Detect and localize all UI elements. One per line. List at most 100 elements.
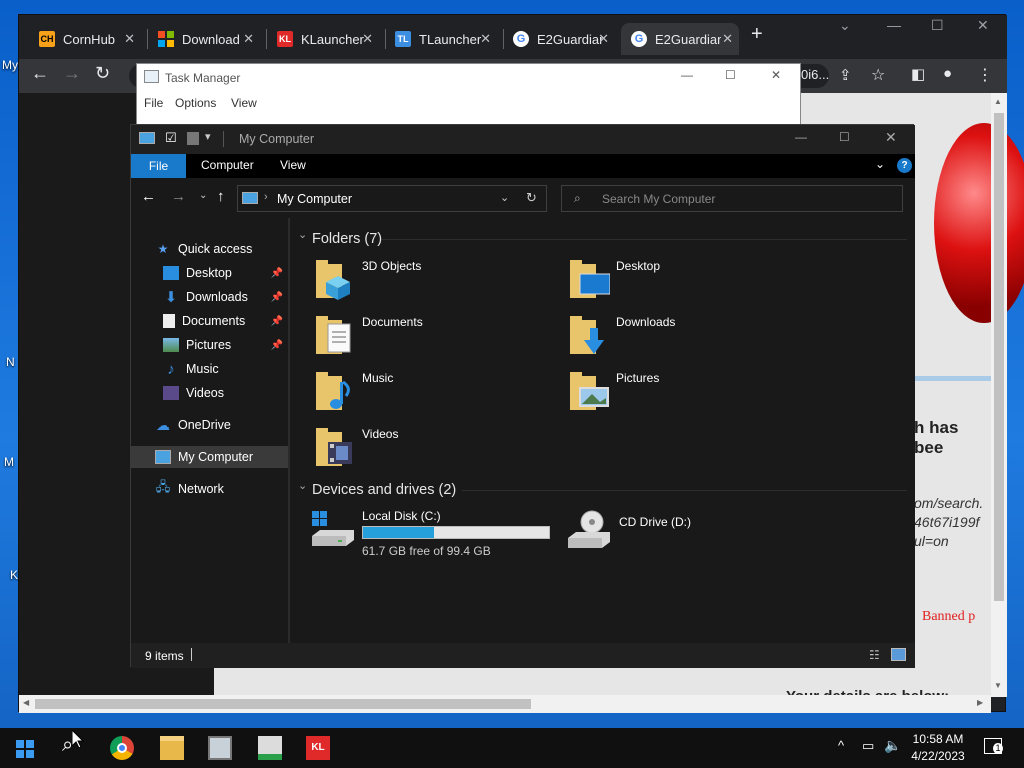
drive-d[interactable]: CD Drive (D:) — [566, 506, 806, 558]
ribbon-expand-icon[interactable]: ⌄ — [875, 157, 885, 171]
qat-dropdown-icon[interactable]: ▾ — [205, 130, 211, 143]
folder-desktop[interactable]: Desktop — [570, 256, 810, 302]
profile-icon[interactable]: ● — [943, 65, 952, 82]
desktop-icon-label[interactable]: N — [6, 355, 15, 369]
close-tab-icon[interactable]: ✕ — [362, 31, 373, 47]
tab-cornhub[interactable]: CH CornHub ✕ — [29, 23, 141, 55]
nav-desktop[interactable]: Desktop 📌 — [131, 262, 289, 284]
horizontal-scrollbar[interactable]: ◀ ▶ — [19, 695, 991, 713]
task-manager-icon[interactable] — [208, 736, 232, 760]
menu-view[interactable]: View — [231, 96, 257, 110]
share-icon[interactable]: ⇪ — [839, 66, 852, 84]
clock-time[interactable]: 10:58 AM — [908, 732, 968, 746]
nav-quick-access[interactable]: ★ Quick access — [131, 238, 289, 260]
nav-onedrive[interactable]: ☁ OneDrive — [131, 414, 289, 436]
refresh-icon[interactable]: ↻ — [526, 190, 537, 206]
chrome-icon[interactable] — [110, 736, 134, 760]
close-tab-icon[interactable]: ✕ — [598, 31, 609, 47]
folder-documents[interactable]: Documents — [316, 312, 556, 358]
maximize-button[interactable]: ☐ — [725, 68, 736, 82]
hscroll-thumb[interactable] — [35, 699, 531, 709]
scroll-right-icon[interactable]: ▶ — [977, 698, 983, 707]
folder-quick-icon[interactable] — [187, 132, 199, 145]
menu-file[interactable]: File — [144, 96, 163, 110]
menu-icon[interactable]: ⋮ — [977, 65, 993, 85]
forward-icon[interactable]: → — [63, 63, 81, 84]
scroll-down-icon[interactable]: ▼ — [994, 681, 1002, 690]
sidebar-icon[interactable]: ◧ — [911, 65, 925, 83]
checkmark-icon[interactable]: ☑ — [165, 130, 177, 146]
back-icon[interactable]: ← — [141, 188, 156, 205]
back-icon[interactable]: ← — [31, 63, 49, 84]
tab-e2guardian-active[interactable]: G E2Guardian ✕ — [621, 23, 739, 55]
folder-3d-objects[interactable]: 3D Objects — [316, 256, 556, 302]
tray-chevron-icon[interactable]: ^ — [838, 738, 844, 753]
new-tab-button[interactable]: + — [751, 23, 763, 46]
close-tab-icon[interactable]: ✕ — [124, 31, 135, 47]
windows-start-icon[interactable] — [16, 740, 34, 758]
forward-icon[interactable]: → — [171, 188, 186, 205]
desktop-icon-label[interactable]: K — [10, 568, 18, 582]
close-tab-icon[interactable]: ✕ — [722, 31, 733, 47]
close-tab-icon[interactable]: ✕ — [480, 31, 491, 47]
folder-pictures[interactable]: Pictures — [570, 368, 810, 414]
help-icon[interactable]: ? — [897, 158, 912, 173]
close-button[interactable]: ✕ — [977, 17, 989, 34]
close-button[interactable]: ✕ — [885, 129, 897, 146]
volume-icon[interactable]: 🔈 — [884, 737, 901, 754]
nav-network[interactable]: 🖧 Network — [131, 478, 289, 500]
ribbon-computer-tab[interactable]: Computer — [201, 158, 254, 172]
scroll-left-icon[interactable]: ◀ — [23, 698, 29, 707]
up-icon[interactable]: ↑ — [217, 188, 225, 205]
reload-icon[interactable]: ↻ — [95, 63, 110, 84]
tab-klauncher[interactable]: KL KLauncher ✕ — [267, 23, 379, 55]
minimize-button[interactable]: — — [681, 68, 693, 82]
address-bar[interactable]: › My Computer ⌄ ↻ — [237, 185, 547, 212]
scroll-thumb[interactable] — [994, 113, 1004, 601]
tab-e2guardian[interactable]: G E2Guardian ✕ — [503, 23, 615, 55]
ribbon-view-tab[interactable]: View — [280, 158, 306, 172]
folder-downloads[interactable]: Downloads — [570, 312, 810, 358]
minimize-button[interactable]: — — [795, 130, 807, 144]
nav-downloads[interactable]: ⬇ Downloads 📌 — [131, 286, 289, 308]
desktop-icon-label[interactable]: M — [4, 455, 14, 469]
vertical-scrollbar[interactable]: ▲ ▼ — [991, 93, 1007, 697]
nav-music[interactable]: ♪ Music — [131, 358, 289, 380]
tab-tlauncher[interactable]: TL TLauncher ✕ — [385, 23, 497, 55]
menu-options[interactable]: Options — [175, 96, 216, 110]
minimize-button[interactable]: — — [887, 17, 901, 33]
tlauncher-icon[interactable] — [258, 736, 282, 760]
folders-header[interactable]: Folders (7) — [312, 231, 382, 247]
folder-label: Downloads — [616, 315, 676, 329]
nav-my-computer[interactable]: My Computer — [131, 446, 289, 468]
network-tray-icon[interactable]: ▭ — [862, 738, 874, 754]
drive-c[interactable]: Local Disk (C:) 61.7 GB free of 99.4 GB — [310, 506, 560, 558]
folder-music[interactable]: Music — [316, 368, 556, 414]
tab-download[interactable]: Download ✕ — [148, 23, 260, 55]
close-tab-icon[interactable]: ✕ — [243, 31, 254, 47]
maximize-button[interactable]: ☐ — [839, 130, 850, 144]
scroll-up-icon[interactable]: ▲ — [994, 97, 1002, 106]
details-view-icon[interactable]: ☷ — [869, 648, 880, 662]
collapse-icon[interactable]: ⌄ — [298, 228, 307, 241]
desktop-icon-label[interactable]: My — [2, 58, 18, 72]
address-dropdown-icon[interactable]: ⌄ — [500, 191, 509, 204]
large-icons-view-icon[interactable] — [891, 648, 906, 661]
file-explorer-icon[interactable] — [160, 736, 184, 760]
collapse-icon[interactable]: ⌄ — [298, 479, 307, 492]
clock-date[interactable]: 4/22/2023 — [908, 749, 968, 763]
search-input[interactable]: ⌕ Search My Computer — [561, 185, 903, 212]
close-button[interactable]: ✕ — [771, 68, 781, 82]
folder-videos[interactable]: Videos — [316, 424, 556, 470]
notifications-icon[interactable]: 1 — [984, 738, 1003, 754]
recent-dropdown-icon[interactable]: ⌄ — [199, 190, 207, 201]
drives-header[interactable]: Devices and drives (2) — [312, 482, 456, 498]
nav-videos[interactable]: Videos — [131, 382, 289, 404]
bookmark-star-icon[interactable]: ☆ — [871, 65, 885, 85]
nav-pictures[interactable]: Pictures 📌 — [131, 334, 289, 356]
maximize-button[interactable]: ☐ — [931, 17, 944, 34]
nav-documents[interactable]: Documents 📌 — [131, 310, 289, 332]
tab-search-icon[interactable]: ⌄ — [839, 17, 851, 34]
klauncher-icon[interactable]: KL — [306, 736, 330, 760]
ribbon-file-tab[interactable]: File — [131, 154, 186, 178]
